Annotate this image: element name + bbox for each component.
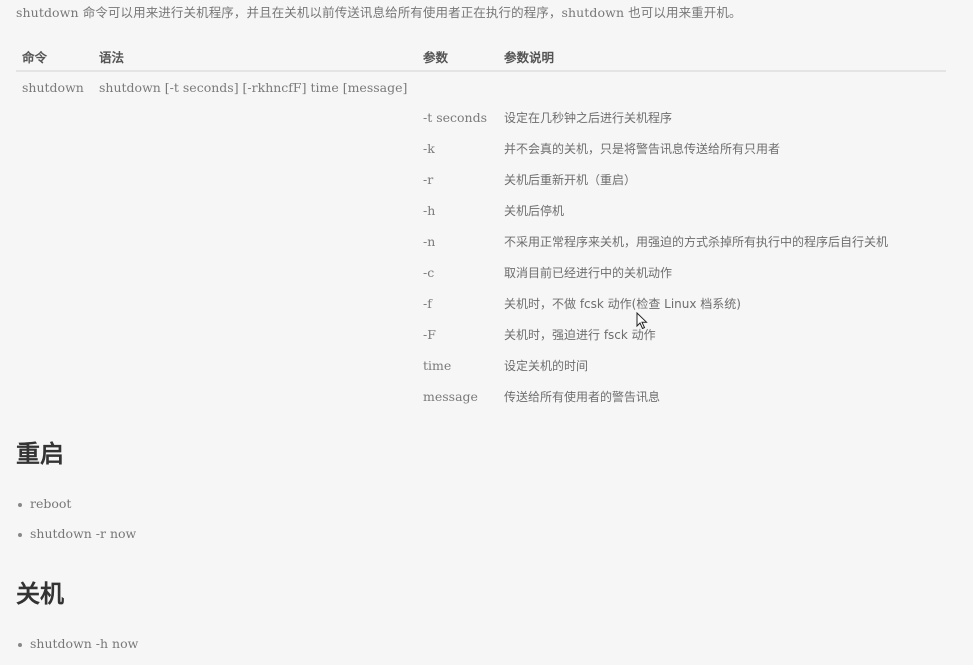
param-desc-cell: 并不会真的关机，只是将警告讯息传送给所有只用者 (504, 142, 781, 156)
reboot-heading: 重启 (16, 440, 64, 468)
table-row: -c 取消目前已经进行中的关机动作 (16, 257, 946, 288)
header-param: 参数 (417, 42, 498, 72)
list-item-text: shutdown -r now (30, 526, 137, 541)
shutdown-heading: 关机 (16, 580, 64, 608)
table-row: message 传送给所有使用者的警告讯息 (16, 381, 946, 412)
header-param-desc: 参数说明 (498, 42, 946, 72)
param-desc-cell: 关机时，强迫进行 fsck 动作 (504, 328, 656, 342)
shutdown-command-table: 命令 语法 参数 参数说明 shutdown shutdown [-t seco… (16, 42, 946, 412)
param-cell: -r (423, 172, 434, 187)
param-desc-cell: 设定关机的时间 (504, 359, 589, 373)
bullet-icon (18, 642, 22, 647)
table-row: -F 关机时，强迫进行 fsck 动作 (16, 319, 946, 350)
param-desc-cell: 传送给所有使用者的警告讯息 (504, 390, 661, 404)
shutdown-list: shutdown -h now (16, 629, 138, 659)
param-cell: -h (423, 203, 436, 218)
param-desc-cell: 取消目前已经进行中的关机动作 (504, 266, 673, 280)
table-row: -f 关机时，不做 fcsk 动作(检查 Linux 档系统) (16, 288, 946, 319)
table-row: -h 关机后停机 (16, 195, 946, 226)
param-cell: time (423, 358, 452, 373)
param-desc-cell: 关机后重新开机（重启） (504, 173, 637, 187)
param-cell: -t seconds (423, 110, 488, 125)
param-cell: -f (423, 296, 432, 311)
intro-paragraph: shutdown 命令可以用来进行关机程序，并且在关机以前传送讯息给所有使用者正… (16, 5, 742, 20)
param-cell: -F (423, 327, 436, 342)
table-row: -t seconds 设定在几秒钟之后进行关机程序 (16, 102, 946, 133)
table-row: -n 不采用正常程序来关机，用强迫的方式杀掉所有执行中的程序后自行关机 (16, 226, 946, 257)
param-desc-cell: 不采用正常程序来关机，用强迫的方式杀掉所有执行中的程序后自行关机 (504, 235, 889, 249)
header-syntax: 语法 (93, 42, 417, 72)
table-header-row: 命令 语法 参数 参数说明 (16, 42, 946, 72)
param-cell: message (423, 389, 478, 404)
bullet-icon (18, 502, 22, 507)
table-row: shutdown shutdown [-t seconds] [-rkhncfF… (16, 71, 946, 102)
param-desc-cell: 关机时，不做 fcsk 动作(检查 Linux 档系统) (504, 297, 741, 311)
table-row: -k 并不会真的关机，只是将警告讯息传送给所有只用者 (16, 133, 946, 164)
table-row: -r 关机后重新开机（重启） (16, 164, 946, 195)
mouse-pointer-icon (636, 312, 648, 330)
list-item-text: reboot (30, 496, 72, 511)
document-page: shutdown 命令可以用来进行关机程序，并且在关机以前传送讯息给所有使用者正… (0, 0, 973, 665)
list-item: shutdown -r now (16, 519, 136, 549)
reboot-list: reboot shutdown -r now (16, 489, 136, 549)
param-cell: -c (423, 265, 435, 280)
param-desc-cell: 设定在几秒钟之后进行关机程序 (504, 111, 673, 125)
table-row: time 设定关机的时间 (16, 350, 946, 381)
bullet-icon (18, 532, 22, 537)
list-item: shutdown -h now (16, 629, 138, 659)
command-cell: shutdown (22, 79, 84, 95)
param-cell: -n (423, 234, 436, 249)
syntax-cell: shutdown [-t seconds] [-rkhncfF] time [m… (99, 79, 408, 95)
param-desc-cell: 关机后停机 (504, 204, 565, 218)
param-cell: -k (423, 141, 435, 156)
list-item: reboot (16, 489, 136, 519)
header-command: 命令 (16, 42, 93, 72)
list-item-text: shutdown -h now (30, 636, 139, 651)
